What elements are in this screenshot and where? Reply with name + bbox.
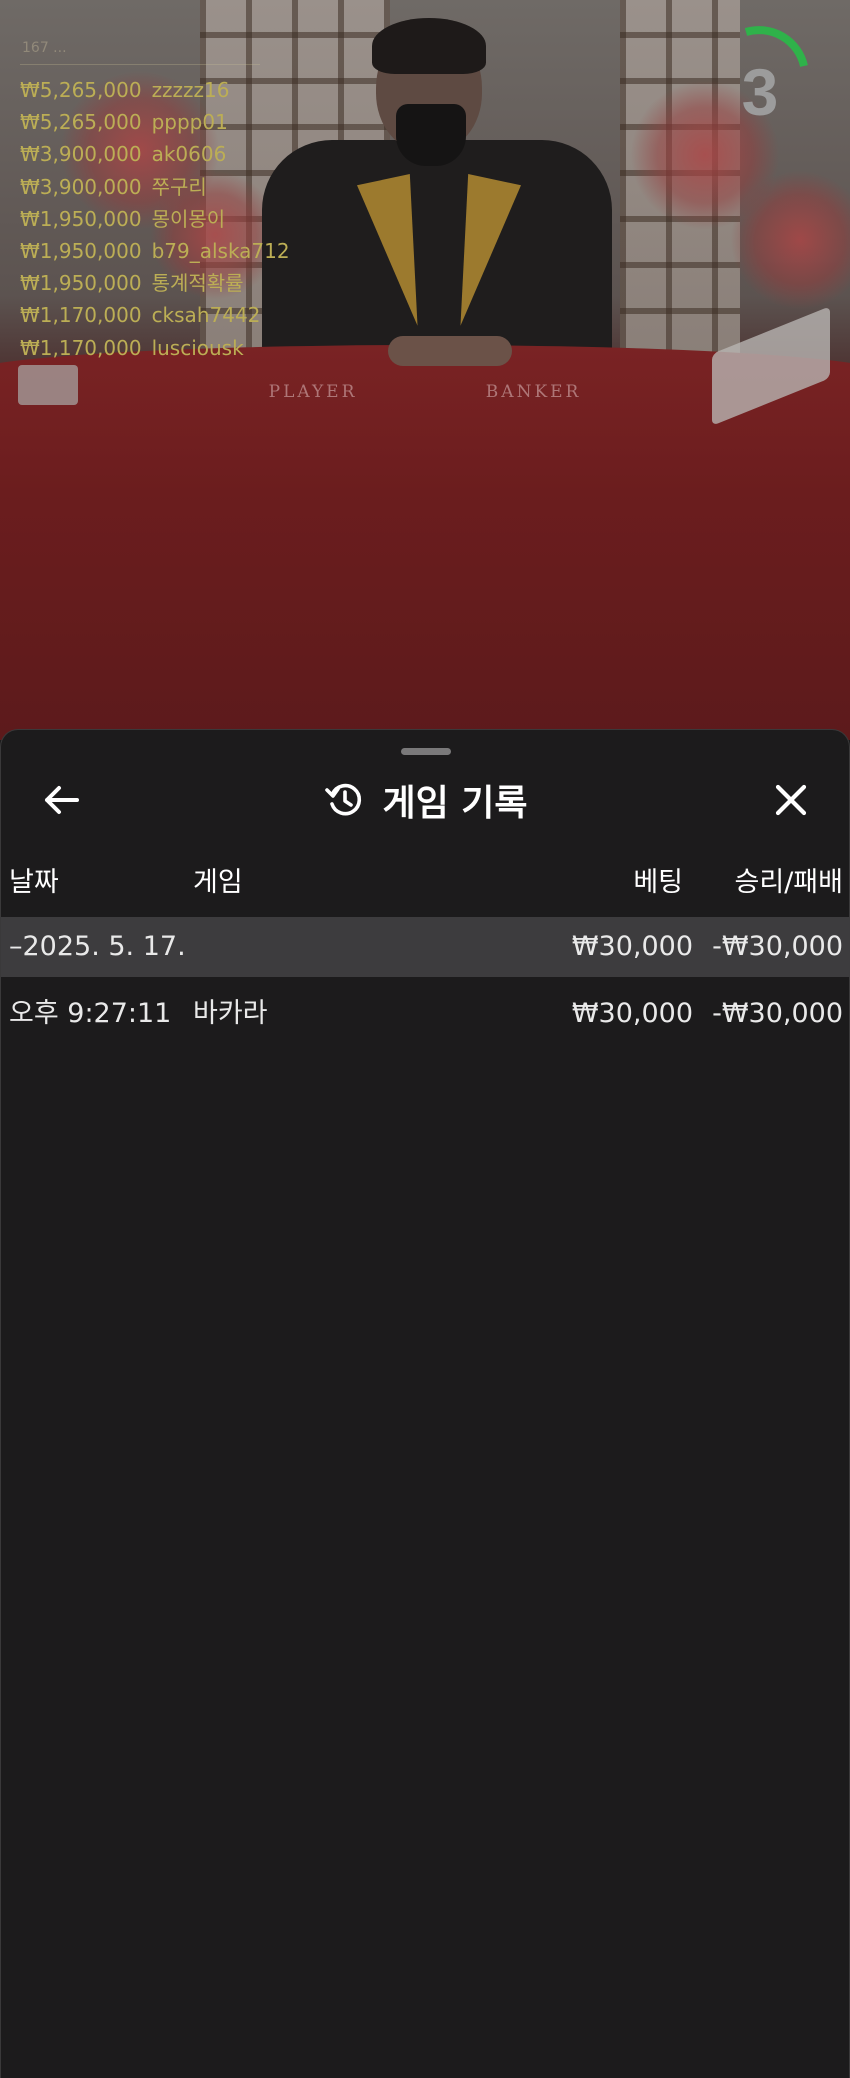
entry-result: -₩30,000 [712, 998, 843, 1029]
close-button[interactable] [761, 770, 821, 830]
dealer-hands [388, 336, 512, 366]
date-group-bet: ₩30,000 [571, 931, 693, 962]
winner-item: ₩1,950,000 b79_alska712 [20, 235, 290, 267]
winners-divider [20, 64, 260, 65]
table-label-player: PLAYER [268, 382, 358, 402]
winner-amount: ₩1,950,000 [20, 206, 142, 231]
dealer-mask [396, 104, 466, 166]
winner-item: ₩1,950,000 통계적확률 [20, 267, 290, 299]
winner-item: ₩3,900,000 쭈구리 [20, 171, 290, 203]
winner-user: pppp01 [151, 110, 228, 135]
date-group-label: –2025. 5. 17. [9, 931, 186, 962]
column-header-bet: 베팅 [633, 867, 683, 898]
history-icon [324, 780, 364, 820]
winner-item: ₩1,950,000 몽이몽이 [20, 203, 290, 235]
date-group-result: -₩30,000 [712, 931, 843, 962]
history-table-header: 날짜 게임 베팅 승리/패배 [1, 858, 850, 908]
timer-value: 3 [741, 55, 779, 129]
winner-item: ₩5,265,000 zzzzz16 [20, 74, 290, 106]
close-icon [775, 784, 807, 816]
back-button[interactable] [31, 770, 91, 830]
countdown-timer: 3 [708, 24, 812, 129]
column-header-date: 날짜 [9, 867, 59, 898]
entry-bet: ₩30,000 [571, 998, 693, 1029]
winner-amount: ₩3,900,000 [20, 142, 142, 167]
card-tray [18, 365, 78, 405]
winner-amount: ₩1,950,000 [20, 238, 142, 263]
live-baccarat-screen: PLAYER BANKER 167 ... ₩5,265,000 zzzzz16 … [0, 0, 850, 2078]
game-history-sheet: 게임 기록 날짜 게임 베팅 승리/패배 –2025. 5. 17. ₩30,0… [0, 729, 850, 2078]
live-video-stream: PLAYER BANKER 167 ... ₩5,265,000 zzzzz16 … [0, 0, 850, 740]
winner-amount: ₩5,265,000 [20, 110, 142, 135]
winner-amount: ₩1,170,000 [20, 335, 142, 360]
winner-item: ₩5,265,000 pppp01 [20, 106, 290, 138]
winner-user: b79_alska712 [151, 238, 290, 263]
winner-user: 통계적확률 [151, 271, 244, 296]
winner-item: ₩3,900,000 ak0606 [20, 138, 290, 170]
sheet-header: 게임 기록 [1, 770, 850, 830]
sheet-title: 게임 기록 [382, 783, 528, 824]
winner-user: lusciousk [151, 335, 244, 360]
winner-amount: ₩1,170,000 [20, 303, 142, 328]
winner-user: zzzzz16 [151, 78, 230, 102]
winner-item: ₩1,170,000 cksah7442 [20, 299, 290, 331]
winners-list: ₩5,265,000 zzzzz16 ₩5,265,000 pppp01 ₩3,90… [20, 74, 290, 364]
winner-item: ₩1,170,000 lusciousk [20, 332, 290, 364]
column-header-result: 승리/패배 [734, 867, 843, 898]
date-group-row[interactable]: –2025. 5. 17. ₩30,000 -₩30,000 [1, 917, 850, 977]
dealer-hair [372, 18, 486, 74]
winner-amount: ₩3,900,000 [20, 174, 142, 199]
entry-game: 바카라 [193, 998, 268, 1029]
sheet-drag-handle[interactable] [401, 748, 451, 755]
winner-amount: ₩1,950,000 [20, 271, 142, 296]
winner-amount: ₩5,265,000 [20, 78, 142, 102]
winners-header: 167 ... [22, 40, 67, 56]
table-label-banker: BANKER [485, 382, 582, 402]
winner-user: ak0606 [151, 142, 227, 167]
winner-user: cksah7442 [151, 303, 261, 328]
entry-time: 오후 9:27:11 [9, 998, 172, 1029]
winner-user: 몽이몽이 [151, 206, 226, 231]
winner-user: 쭈구리 [151, 174, 207, 199]
arrow-left-icon [45, 786, 79, 814]
history-entry-row[interactable]: 오후 9:27:11 바카라 ₩30,000 -₩30,000 [1, 984, 850, 1044]
column-header-game: 게임 [193, 867, 243, 898]
